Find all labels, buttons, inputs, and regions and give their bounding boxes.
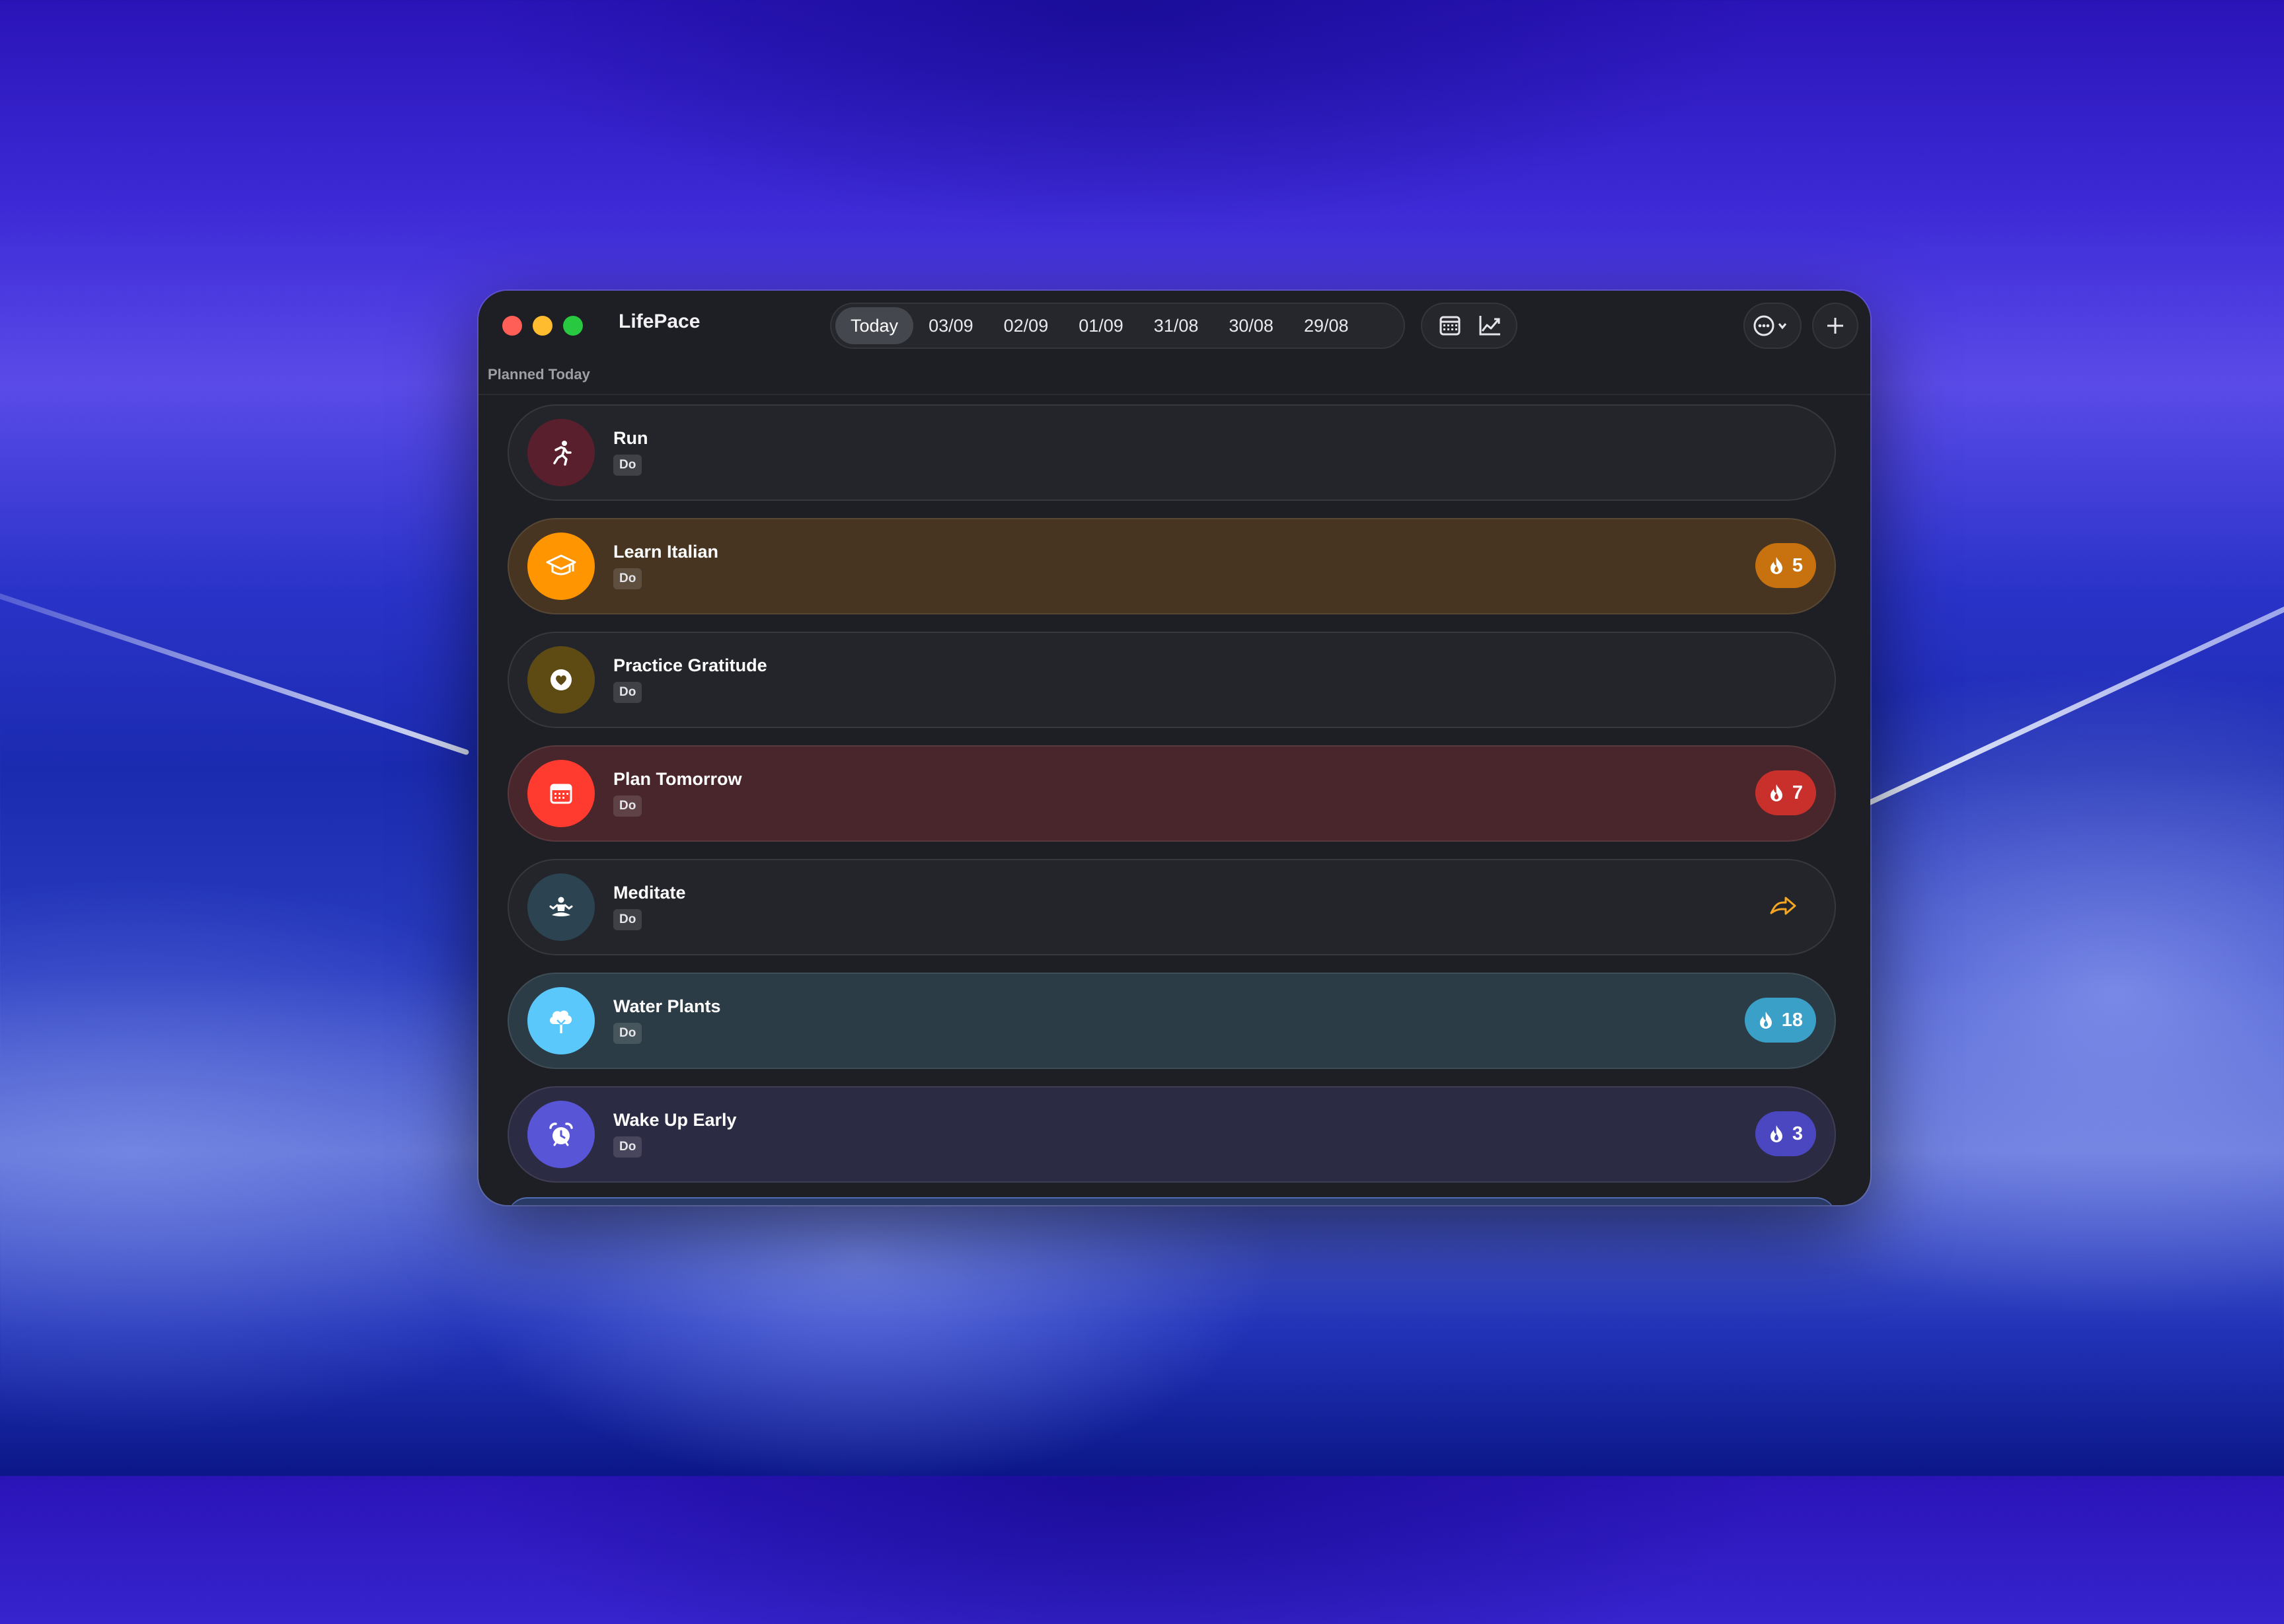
streak-badge: 18	[1744, 998, 1816, 1043]
streak-count: 7	[1792, 782, 1803, 803]
flame-icon	[1770, 1125, 1782, 1142]
app-title: LifePace	[619, 311, 701, 332]
habit-card-water-plants[interactable]: Water Plants Do 18	[508, 973, 1836, 1069]
zoom-window-button[interactable]	[563, 316, 583, 336]
view-toggle-bar	[1421, 303, 1517, 349]
minimize-window-button[interactable]	[533, 316, 552, 336]
habit-tag: Do	[613, 455, 642, 476]
streak-badge: 5	[1755, 543, 1816, 588]
date-tab[interactable]: 02/09	[989, 307, 1064, 344]
meditation-figure-icon	[527, 873, 595, 941]
plus-icon	[1827, 318, 1843, 334]
habit-name: Wake Up Early	[613, 1110, 737, 1130]
streak-badge: 7	[1755, 770, 1816, 815]
streak-count: 5	[1792, 554, 1803, 576]
habit-name: Practice Gratitude	[613, 655, 767, 675]
streak-badge: 3	[1755, 1111, 1816, 1156]
running-figure-icon	[527, 419, 595, 486]
habit-name: Water Plants	[613, 996, 721, 1016]
divider	[478, 394, 1870, 395]
reschedule-arrow-icon[interactable]	[1769, 893, 1798, 920]
alarm-clock-icon	[527, 1101, 595, 1168]
calendar-icon[interactable]	[1435, 312, 1465, 340]
habit-tag: Do	[613, 568, 642, 589]
habit-card-run[interactable]: Run Do	[508, 404, 1836, 501]
habit-name: Meditate	[613, 883, 686, 903]
habit-tag: Do	[613, 909, 642, 930]
date-tab[interactable]: 31/08	[1139, 307, 1214, 344]
heart-circle-icon	[527, 646, 595, 714]
habit-tag: Do	[613, 682, 642, 703]
date-tab[interactable]: 30/08	[1213, 307, 1289, 344]
date-tab-today[interactable]: Today	[835, 307, 914, 344]
streak-count: 3	[1792, 1123, 1803, 1144]
habit-tag: Do	[613, 1136, 642, 1158]
date-tab[interactable]: 03/09	[913, 307, 989, 344]
calendar-icon	[527, 760, 595, 827]
graduation-cap-icon	[527, 533, 595, 600]
add-habit-button[interactable]	[1812, 303, 1858, 349]
more-menu-button[interactable]	[1743, 303, 1802, 349]
section-label: Planned Today	[488, 366, 590, 383]
habit-card-learn-italian[interactable]: Learn Italian Do 5	[508, 518, 1836, 614]
flame-icon	[1770, 557, 1782, 574]
habit-card-meditate[interactable]: Meditate Do	[508, 859, 1836, 955]
tree-icon	[527, 987, 595, 1054]
habit-card-wake-up-early[interactable]: Wake Up Early Do 3	[508, 1086, 1836, 1183]
streak-count: 18	[1781, 1009, 1803, 1031]
habit-card-partial[interactable]	[508, 1197, 1836, 1205]
date-tab[interactable]: 29/08	[1289, 307, 1364, 344]
habit-card-plan-tomorrow[interactable]: Plan Tomorrow Do 7	[508, 745, 1836, 842]
habit-name: Learn Italian	[613, 542, 719, 562]
app-window: LifePace Today 03/09 02/09 01/09 31/08 3…	[478, 291, 1870, 1205]
habit-name: Run	[613, 428, 648, 448]
habit-tag: Do	[613, 795, 642, 817]
flame-icon	[1759, 1012, 1772, 1029]
chart-line-icon[interactable]	[1475, 312, 1504, 340]
flame-icon	[1770, 784, 1782, 801]
title-bar: LifePace Today 03/09 02/09 01/09 31/08 3…	[478, 291, 1870, 361]
habit-name: Plan Tomorrow	[613, 769, 742, 789]
close-window-button[interactable]	[502, 316, 522, 336]
date-tab[interactable]: 01/09	[1063, 307, 1139, 344]
habit-card-practice-gratitude[interactable]: Practice Gratitude Do	[508, 632, 1836, 728]
date-tab-bar: Today 03/09 02/09 01/09 31/08 30/08 29/0…	[830, 303, 1405, 349]
habit-tag: Do	[613, 1023, 642, 1044]
